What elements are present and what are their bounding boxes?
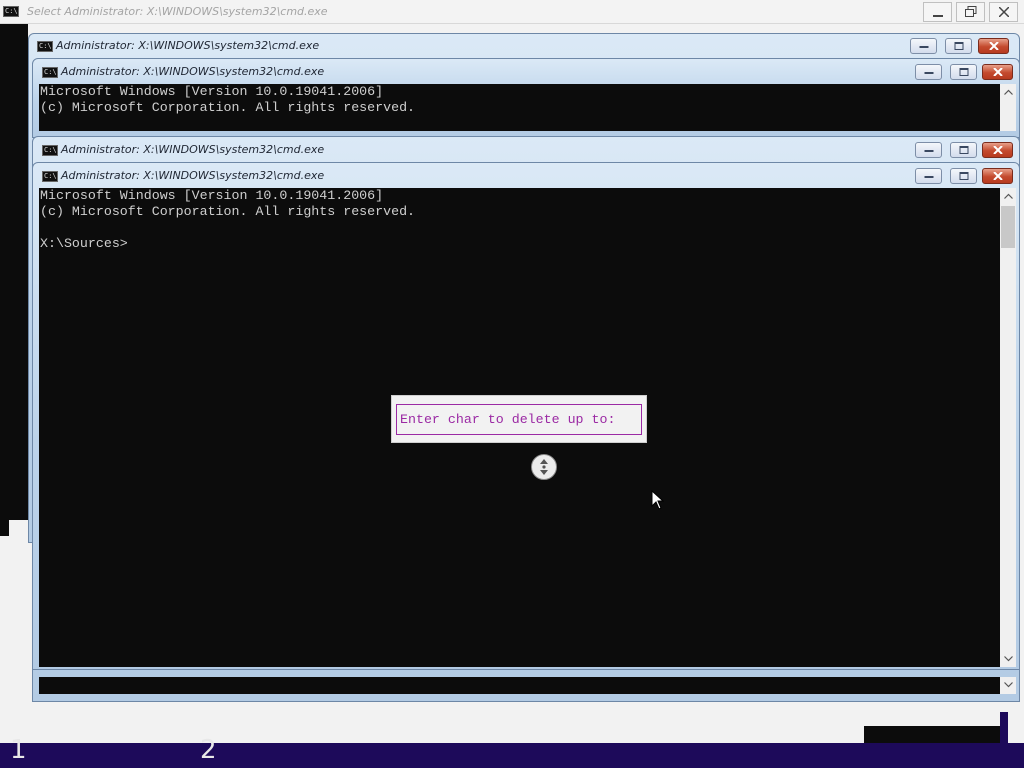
vertical-scrollbar[interactable] xyxy=(1000,84,1016,131)
window-title: Administrator: X:\WINDOWS\system32\cmd.e… xyxy=(56,39,320,52)
background-console-strip xyxy=(864,726,1000,743)
cmd-app-icon: C:\ xyxy=(3,6,19,17)
outer-close-button[interactable] xyxy=(989,2,1018,22)
scroll-down-icon xyxy=(1003,656,1013,662)
outer-restore-button[interactable] xyxy=(956,2,985,22)
close-icon xyxy=(992,68,1003,76)
cmd-window-4-titlebar[interactable]: C:\ Administrator: X:\WINDOWS\system32\c… xyxy=(33,163,1019,187)
scroll-down-icon xyxy=(1003,682,1013,688)
scroll-down-button[interactable] xyxy=(1000,677,1016,693)
maximize-button[interactable] xyxy=(945,38,972,54)
minimize-button[interactable] xyxy=(915,64,942,80)
scroll-down-button[interactable] xyxy=(1000,651,1016,667)
close-icon xyxy=(999,7,1009,17)
restore-icon xyxy=(965,6,977,17)
cmd-window-2: C:\ Administrator: X:\WINDOWS\system32\c… xyxy=(32,58,1020,138)
cmd-app-icon: C:\ xyxy=(37,41,53,52)
close-icon xyxy=(992,172,1003,180)
window-title: Administrator: X:\WINDOWS\system32\cmd.e… xyxy=(61,65,325,78)
scroll-up-icon xyxy=(1003,89,1013,95)
close-button[interactable] xyxy=(978,38,1009,54)
close-button[interactable] xyxy=(982,64,1013,80)
close-icon xyxy=(988,42,999,50)
vertical-scrollbar[interactable] xyxy=(1000,188,1016,667)
maximize-icon xyxy=(959,172,968,180)
vertical-scrollbar-bottom[interactable] xyxy=(1000,677,1016,694)
minimize-icon xyxy=(924,150,933,152)
taskbar: 1 2 xyxy=(0,736,1024,768)
cmd-window-1-titlebar[interactable]: C:\ Administrator: X:\WINDOWS\system32\c… xyxy=(28,33,1020,57)
mouse-pointer-icon xyxy=(651,490,665,510)
cmd-app-icon: C:\ xyxy=(42,171,58,182)
window-title: Administrator: X:\WINDOWS\system32\cmd.e… xyxy=(61,143,325,156)
taskbar-label[interactable]: 2 xyxy=(200,736,217,764)
background-console-area xyxy=(0,24,28,520)
minimize-button[interactable] xyxy=(915,168,942,184)
move-cursor-icon xyxy=(531,454,557,480)
minimize-button[interactable] xyxy=(915,142,942,158)
minimize-icon xyxy=(924,72,933,74)
scroll-up-icon xyxy=(1003,193,1013,199)
cmd-window-2-titlebar[interactable]: C:\ Administrator: X:\WINDOWS\system32\c… xyxy=(33,59,1019,83)
maximize-icon xyxy=(959,68,968,76)
console-prompt: X:\Sources> xyxy=(40,236,128,251)
outer-title-bar[interactable]: C:\ Select Administrator: X:\WINDOWS\sys… xyxy=(0,0,1024,24)
console-output[interactable]: Microsoft Windows [Version 10.0.19041.20… xyxy=(39,84,1000,131)
console-line: (c) Microsoft Corporation. All rights re… xyxy=(40,204,416,219)
maximize-icon xyxy=(959,146,968,154)
delete-char-dialog[interactable]: Enter char to delete up to: xyxy=(391,395,647,443)
maximize-button[interactable] xyxy=(950,142,977,158)
minimize-icon xyxy=(919,46,928,48)
dialog-prompt-text: Enter char to delete up to: xyxy=(400,412,616,427)
cmd-window-3-titlebar[interactable]: C:\ Administrator: X:\WINDOWS\system32\c… xyxy=(33,137,1019,161)
maximize-button[interactable] xyxy=(950,168,977,184)
scroll-thumb[interactable] xyxy=(1001,206,1015,248)
cmd-app-icon: C:\ xyxy=(42,67,58,78)
dialog-frame: Enter char to delete up to: xyxy=(396,404,642,435)
console-output-bottom[interactable] xyxy=(39,677,1000,694)
background-scroll-edge xyxy=(1000,712,1008,744)
close-button[interactable] xyxy=(982,168,1013,184)
maximize-icon xyxy=(954,42,963,50)
scroll-up-button[interactable] xyxy=(1000,188,1016,204)
minimize-icon xyxy=(933,15,943,17)
minimize-button[interactable] xyxy=(910,38,937,54)
close-icon xyxy=(992,146,1003,154)
outer-minimize-button[interactable] xyxy=(923,2,952,22)
cmd-app-icon: C:\ xyxy=(42,145,58,156)
background-console-block xyxy=(0,520,9,536)
window-title: Administrator: X:\WINDOWS\system32\cmd.e… xyxy=(61,169,325,182)
console-line: Microsoft Windows [Version 10.0.19041.20… xyxy=(40,188,384,203)
minimize-icon xyxy=(924,176,933,178)
outer-window-title: Select Administrator: X:\WINDOWS\system3… xyxy=(27,5,328,18)
taskbar-label[interactable]: 1 xyxy=(10,736,27,764)
maximize-button[interactable] xyxy=(950,64,977,80)
close-button[interactable] xyxy=(982,142,1013,158)
scroll-up-button[interactable] xyxy=(1000,84,1016,100)
console-line: (c) Microsoft Corporation. All rights re… xyxy=(40,100,416,115)
console-line: Microsoft Windows [Version 10.0.19041.20… xyxy=(40,84,384,99)
